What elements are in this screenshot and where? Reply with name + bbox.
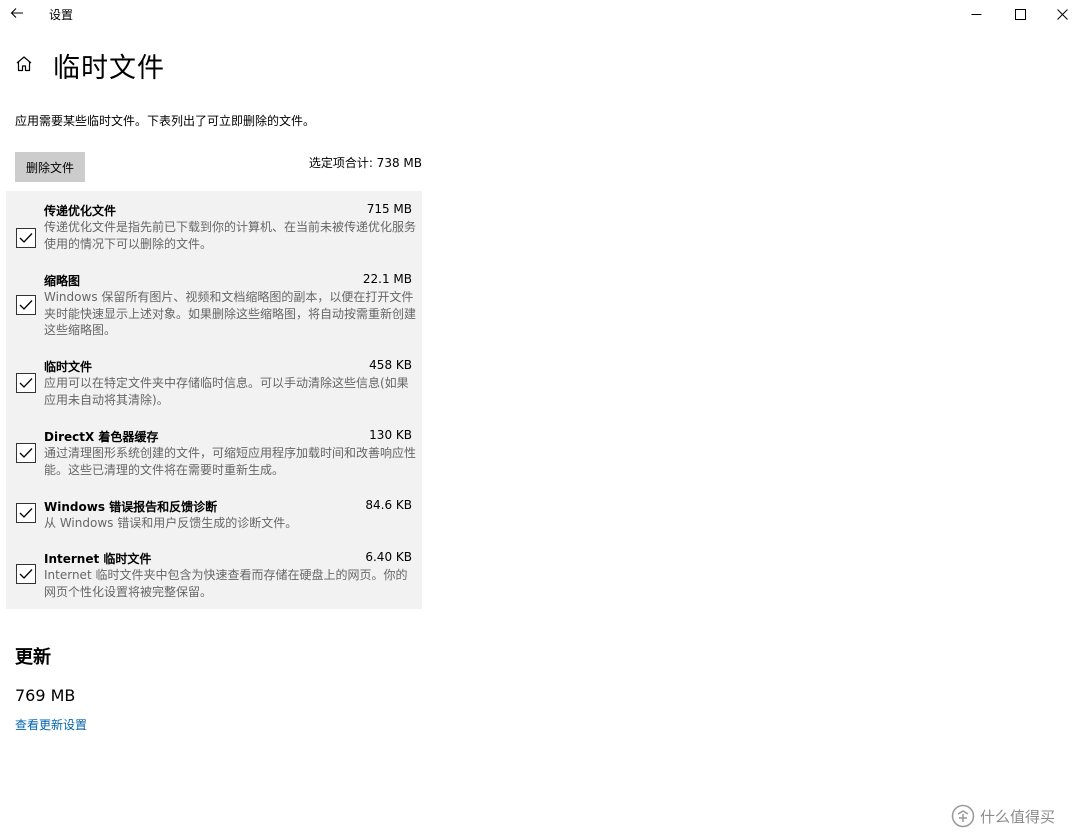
checkmark-icon: [19, 448, 33, 458]
checkbox-thumbnails[interactable]: [16, 295, 36, 315]
maximize-icon: [1014, 8, 1026, 20]
checkbox-temporary-files[interactable]: [16, 373, 36, 393]
delete-files-button[interactable]: 删除文件: [15, 152, 85, 182]
close-button[interactable]: [1041, 0, 1080, 28]
checkmark-icon: [19, 233, 33, 243]
checkbox-internet-temporary-files[interactable]: [16, 564, 36, 584]
smzdm-logo-icon: [951, 804, 975, 828]
checkmark-icon: [19, 300, 33, 310]
close-icon: [1056, 8, 1068, 20]
watermark-text: 什么值得买: [980, 807, 1056, 826]
item-size: 130 KB: [369, 428, 412, 442]
list-item-thumbnails: 缩略图 22.1 MB Windows 保留所有图片、视频和文档缩略图的副本，以…: [6, 272, 422, 344]
page-description: 应用需要某些临时文件。下表列出了可立即删除的文件。: [15, 114, 316, 128]
list-item-directx-shader-cache: DirectX 着色器缓存 130 KB 通过清理图形系统创建的文件，可缩短应用…: [6, 428, 422, 484]
back-button[interactable]: [6, 3, 28, 23]
checkmark-icon: [19, 569, 33, 579]
item-description: 从 Windows 错误和用户反馈生成的诊断文件。: [44, 516, 298, 530]
item-size: 6.40 KB: [365, 550, 412, 564]
title-bar: 设置: [0, 0, 1080, 28]
home-button[interactable]: [14, 54, 34, 74]
item-description: 通过清理图形系统创建的文件，可缩短应用程序加载时间和改善响应性能。这些已清理的文…: [44, 446, 417, 477]
item-size: 22.1 MB: [362, 272, 412, 286]
item-description: 应用可以在特定文件夹中存储临时信息。可以手动清除这些信息(如果应用未自动将其清除…: [44, 376, 409, 407]
item-size: 458 KB: [369, 358, 412, 372]
item-description: Internet 临时文件夹中包含为快速查看而存储在硬盘上的网页。你的网页个性化…: [44, 568, 408, 599]
item-title: 传递优化文件: [44, 204, 117, 218]
checkmark-icon: [19, 378, 33, 388]
home-icon: [16, 56, 32, 72]
temp-file-list: 传递优化文件 715 MB 传递优化文件是指先前已下载到你的计算机、在当前未被传…: [6, 191, 422, 609]
minimize-icon: [971, 13, 981, 15]
item-description: Windows 保留所有图片、视频和文档缩略图的副本，以便在打开文件夹时能快速显…: [44, 290, 417, 337]
updates-size: 769 MB: [15, 686, 76, 705]
item-title: DirectX 着色器缓存: [44, 430, 159, 444]
item-title: Internet 临时文件: [44, 552, 152, 566]
item-size: 84.6 KB: [365, 498, 412, 512]
checkbox-delivery-optimization[interactable]: [16, 228, 36, 248]
list-item-windows-error-reporting: Windows 错误报告和反馈诊断 84.6 KB 从 Windows 错误和用…: [6, 498, 422, 538]
list-item-temporary-files: 临时文件 458 KB 应用可以在特定文件夹中存储临时信息。可以手动清除这些信息…: [6, 358, 422, 414]
total-selected-size: 选定项合计: 738 MB: [308, 156, 422, 170]
checkbox-windows-error-reporting[interactable]: [16, 503, 36, 523]
list-item-internet-temporary-files: Internet 临时文件 6.40 KB Internet 临时文件夹中包含为…: [6, 550, 422, 606]
item-description: 传递优化文件是指先前已下载到你的计算机、在当前未被传递优化服务使用的情况下可以删…: [44, 220, 417, 251]
page-title: 临时文件: [53, 53, 165, 84]
checkbox-directx-shader-cache[interactable]: [16, 443, 36, 463]
item-title: 缩略图: [44, 274, 81, 288]
app-title: 设置: [49, 8, 74, 22]
item-size: 715 MB: [366, 202, 412, 216]
arrow-left-icon: [10, 8, 23, 18]
watermark: 什么值得买: [951, 803, 1055, 829]
checkmark-icon: [19, 508, 33, 518]
item-title: 临时文件: [44, 360, 93, 374]
view-update-settings-link[interactable]: 查看更新设置: [15, 716, 87, 733]
maximize-button[interactable]: [999, 0, 1041, 28]
item-title: Windows 错误报告和反馈诊断: [44, 500, 218, 514]
minimize-button[interactable]: [955, 0, 997, 28]
updates-section-title: 更新: [15, 647, 51, 668]
list-item-delivery-optimization: 传递优化文件 715 MB 传递优化文件是指先前已下载到你的计算机、在当前未被传…: [6, 202, 422, 258]
